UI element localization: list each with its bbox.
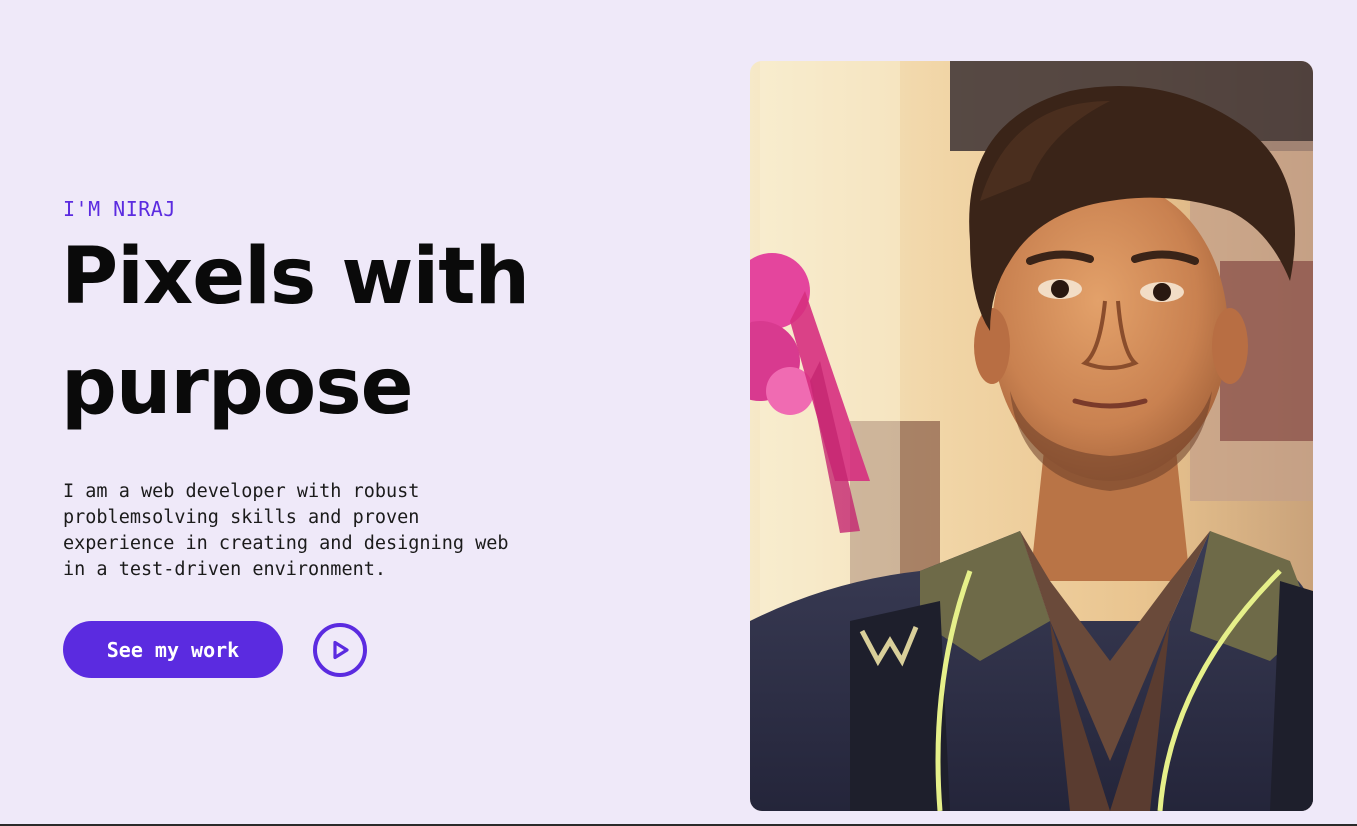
bio-line: problemsolving skills and proven bbox=[63, 507, 420, 528]
headline-line-2: purpose bbox=[61, 342, 414, 432]
play-video-button[interactable] bbox=[313, 623, 367, 677]
hero-section: I'M NIRAJ Pixels with purpose I am a web… bbox=[0, 0, 1357, 824]
profile-photo bbox=[750, 61, 1313, 811]
bio-line: experience in creating and designing web bbox=[63, 533, 509, 554]
see-my-work-button[interactable]: See my work bbox=[63, 621, 283, 678]
play-icon bbox=[333, 640, 349, 660]
headline-line-1: Pixels with bbox=[61, 232, 530, 322]
portrait-illustration bbox=[750, 61, 1313, 811]
hero-headline: Pixels with purpose bbox=[61, 222, 681, 442]
hero-eyebrow: I'M NIRAJ bbox=[63, 197, 176, 221]
bio-line: I am a web developer with robust bbox=[63, 481, 420, 502]
hero-bio: I am a web developer with robust problem… bbox=[63, 479, 563, 583]
bio-line: in a test-driven environment. bbox=[63, 559, 387, 580]
